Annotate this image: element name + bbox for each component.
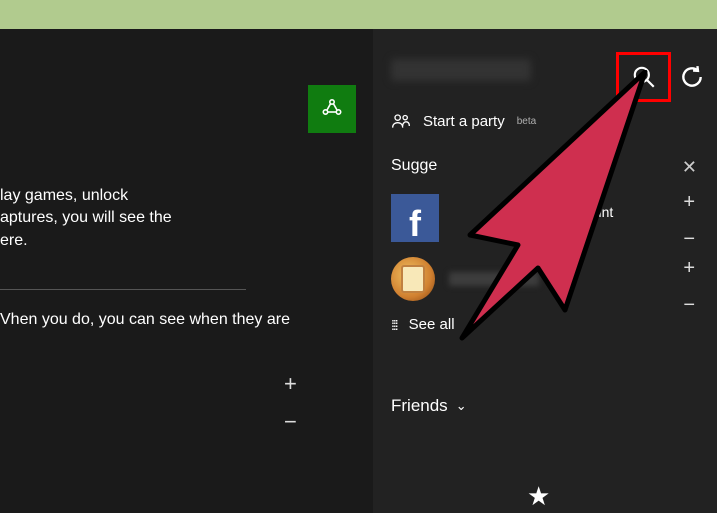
share-button[interactable]	[308, 85, 356, 133]
plus-icon[interactable]: +	[683, 191, 695, 214]
suggestions-header: Sugge	[391, 157, 437, 175]
activity-description: lay games, unlock aptures, you will see …	[0, 185, 172, 252]
party-icon	[391, 112, 411, 130]
friends-label: Friends	[391, 396, 448, 416]
minus-icon[interactable]: −	[284, 409, 297, 435]
xbox-app-window: lay games, unlock aptures, you will see …	[0, 29, 717, 513]
plus-icon[interactable]: +	[683, 257, 695, 280]
add-remove-controls-left: + −	[284, 371, 297, 435]
minus-icon[interactable]: −	[683, 228, 695, 251]
close-suggestions-button[interactable]: ✕	[682, 157, 697, 178]
chevron-down-icon: ⌄	[456, 398, 467, 414]
suggested-name-redacted	[449, 272, 539, 286]
friends-section-header[interactable]: Friends ⌄	[391, 396, 467, 416]
gamertag-redacted	[391, 59, 531, 81]
suggested-friend-item[interactable]	[391, 257, 539, 301]
refresh-icon[interactable]	[679, 64, 705, 90]
link-facebook-suggestion[interactable]: f xxxxxxxxxxxxxxxxxccount xxxxxxxxxxxceb…	[391, 194, 613, 242]
grid-icon: ⁞⁞⁞	[391, 317, 397, 333]
avatar	[391, 257, 435, 301]
plus-icon[interactable]: +	[284, 371, 297, 397]
divider	[0, 289, 246, 290]
start-party-label: Start a party	[423, 113, 505, 130]
facebook-icon: f	[391, 194, 439, 242]
search-icon[interactable]	[631, 64, 657, 90]
friends-hint-text: Vhen you do, you can see when they are	[0, 311, 290, 329]
beta-badge: beta	[517, 116, 536, 127]
share-icon	[320, 97, 344, 121]
friends-panel: Start a party beta Sugge ✕ f xxxxxxxxxxx…	[373, 29, 717, 513]
see-all-label: See all	[409, 316, 455, 333]
start-party-button[interactable]: Start a party beta	[391, 112, 536, 130]
favorite-star-icon[interactable]: ★	[527, 481, 550, 512]
minus-icon[interactable]: −	[683, 294, 695, 317]
search-button-highlight	[616, 52, 671, 102]
see-all-button[interactable]: ⁞⁞⁞ See all	[391, 316, 455, 333]
facebook-link-sublabel: xxxxxxxxxxxceb iends	[453, 220, 613, 232]
facebook-link-label: xxxxxxxxxxxxxxxxxccount	[453, 204, 613, 220]
activity-panel: lay games, unlock aptures, you will see …	[0, 29, 373, 513]
